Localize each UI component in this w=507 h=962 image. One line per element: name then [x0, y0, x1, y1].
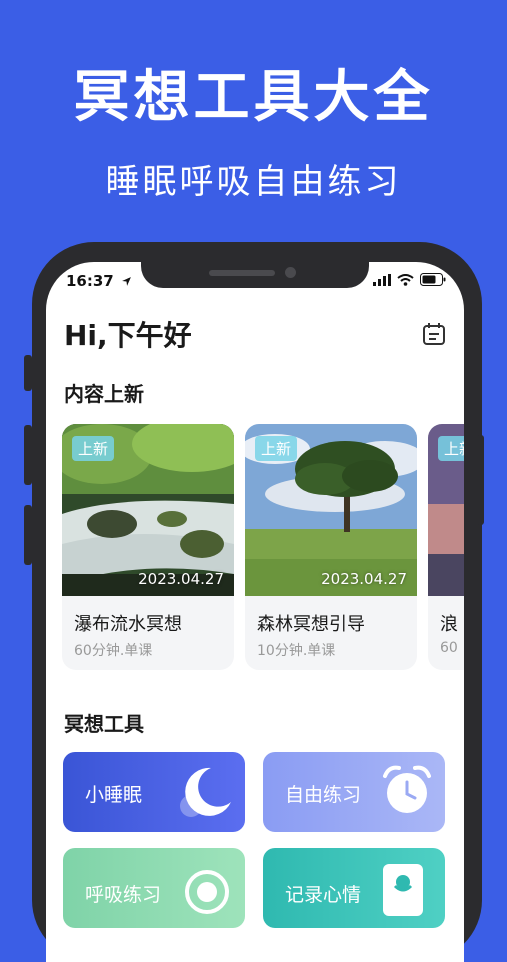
- promo-subtitle: 睡眠呼吸自由练习: [105, 162, 402, 202]
- greeting: Hi,下午好: [64, 319, 192, 352]
- tool-free-practice[interactable]: 自由练习: [263, 752, 445, 832]
- card-title: 瀑布流水冥想: [74, 614, 182, 635]
- content-card[interactable]: 上新 2023.04.27 瀑布流水冥想 60分钟.单课: [62, 424, 234, 670]
- phone-side-button: [24, 355, 32, 391]
- card-date: 2023.04.27: [138, 570, 224, 588]
- section-title-new-content: 内容上新: [64, 382, 144, 406]
- status-time: 16:37: [66, 272, 132, 290]
- card-title: 浪: [440, 614, 458, 635]
- new-badge: 上新: [438, 436, 464, 461]
- phone-side-button: [476, 435, 484, 525]
- signal-icon: [373, 273, 391, 286]
- tool-nap[interactable]: 小睡眠: [63, 752, 245, 832]
- tool-breathing[interactable]: 呼吸练习: [63, 848, 245, 928]
- tool-label: 自由练习: [285, 784, 362, 806]
- promo-title: 冥想工具大全: [73, 65, 434, 130]
- tool-mood-journal[interactable]: 记录心情: [263, 848, 445, 928]
- content-card[interactable]: 上新 2023.04.27 森林冥想引导 10分钟.单课: [245, 424, 417, 670]
- card-meta: 60: [440, 640, 458, 656]
- section-title-tools: 冥想工具: [64, 712, 144, 736]
- wifi-icon: [397, 273, 414, 286]
- phone-side-button: [24, 425, 32, 485]
- tool-label: 记录心情: [285, 884, 362, 906]
- breath-icon: [185, 870, 229, 914]
- status-icons: [373, 273, 446, 286]
- phone-side-button: [24, 505, 32, 565]
- moon-icon: [180, 767, 231, 817]
- new-badge: 上新: [255, 436, 298, 461]
- card-meta: 60分钟.单课: [74, 643, 153, 659]
- battery-icon: [420, 273, 446, 286]
- card-date: 2023.04.27: [321, 570, 407, 588]
- tool-label: 呼吸练习: [85, 884, 162, 906]
- calendar-icon[interactable]: [422, 322, 446, 346]
- tool-label: 小睡眠: [85, 784, 143, 806]
- speaker: [209, 270, 275, 276]
- alarm-clock-icon: [383, 765, 431, 813]
- location-arrow-icon: [122, 277, 131, 286]
- card-title: 森林冥想引导: [257, 614, 365, 635]
- new-badge: 上新: [72, 436, 115, 461]
- content-card[interactable]: 上新 浪 60: [428, 424, 464, 670]
- phone-notch: [141, 262, 369, 288]
- camera: [285, 267, 296, 278]
- phone-screen: 16:37 Hi,下午好 内容上新 上新 2023.04.27 瀑布流水冥想 6…: [46, 262, 464, 962]
- journal-icon: [383, 864, 423, 916]
- card-meta: 10分钟.单课: [257, 643, 336, 659]
